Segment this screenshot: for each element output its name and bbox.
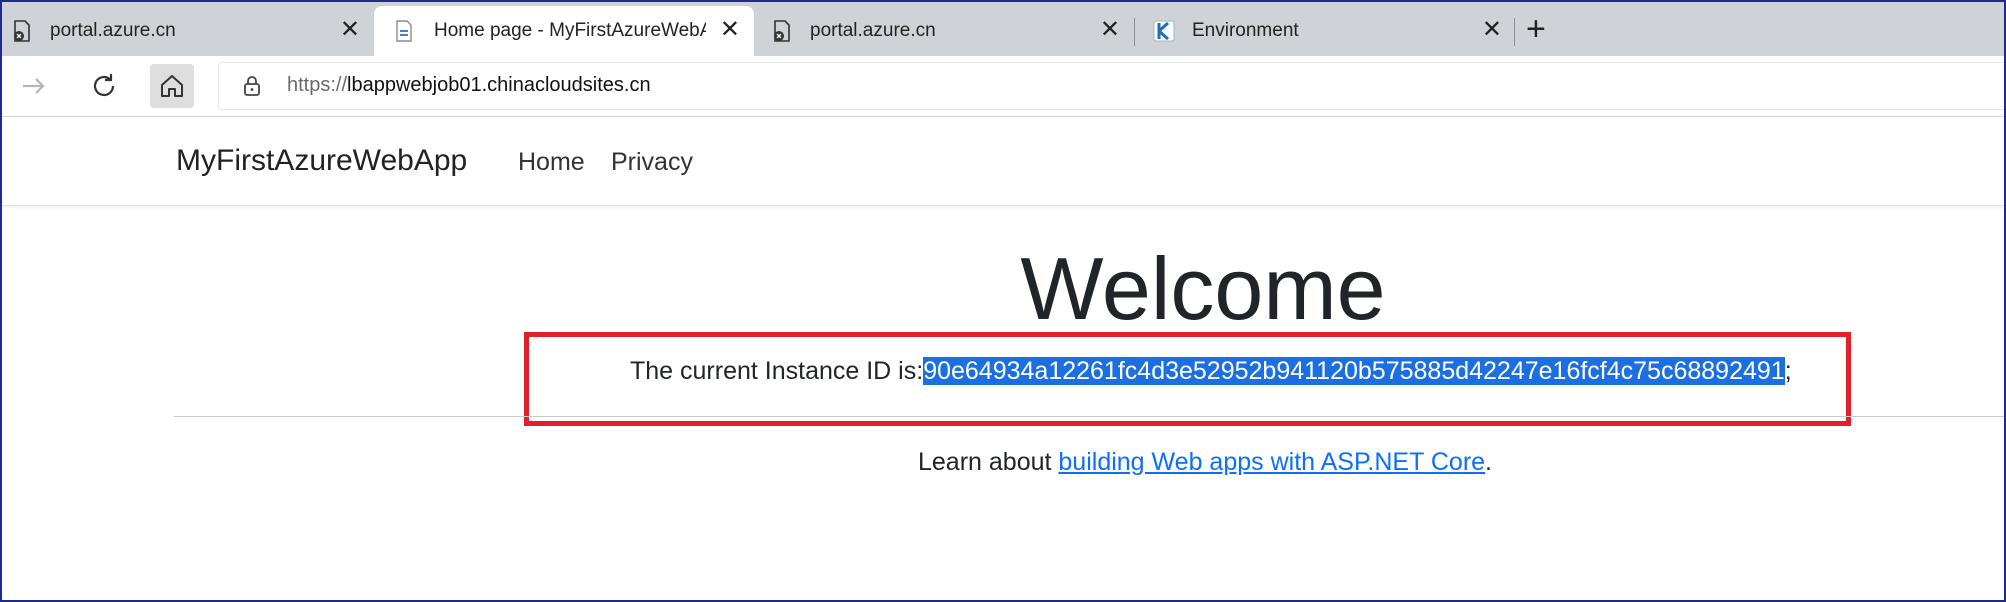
forward-button[interactable] [12, 64, 56, 108]
nav-home-link[interactable]: Home [518, 148, 585, 177]
site-brand-link[interactable]: MyFirstAzureWebApp [176, 144, 467, 178]
home-button[interactable] [150, 64, 194, 108]
learn-suffix: . [1485, 448, 1492, 476]
learn-about-text: Learn about building Web apps with ASP.N… [918, 448, 1492, 477]
tab-home-page[interactable]: Home page - MyFirstAzureWebA ✕ [374, 6, 754, 56]
address-bar[interactable]: https://lbappwebjob01.chinacloudsites.cn [218, 62, 2006, 110]
tab-strip: portal.azure.cn ✕ Home page - MyFirstAzu… [2, 2, 2004, 56]
browser-toolbar: https://lbappwebjob01.chinacloudsites.cn [2, 56, 2006, 117]
refresh-button[interactable] [82, 64, 126, 108]
close-tab-icon[interactable]: ✕ [340, 17, 360, 43]
page-error-icon [14, 20, 30, 42]
page-error-icon [774, 20, 790, 42]
tab-title: Home page - MyFirstAzureWebA [434, 20, 706, 41]
page-heading: Welcome [1020, 239, 1386, 338]
refresh-icon [93, 74, 115, 97]
close-tab-icon[interactable]: ✕ [1482, 17, 1502, 43]
close-tab-icon[interactable]: ✕ [720, 17, 740, 43]
new-tab-button[interactable]: + [1526, 12, 1546, 46]
learn-prefix: Learn about [918, 448, 1059, 476]
lock-icon[interactable] [241, 75, 263, 97]
tab-portal-azure-2[interactable]: portal.azure.cn ✕ [762, 6, 1134, 56]
red-highlight-box [524, 332, 1851, 426]
tab-title: Environment [1192, 20, 1299, 41]
close-tab-icon[interactable]: ✕ [1100, 17, 1120, 43]
arrow-right-icon [23, 78, 45, 94]
url-text[interactable]: https://lbappwebjob01.chinacloudsites.cn [287, 74, 651, 97]
divider [174, 416, 2006, 417]
aspnet-docs-link[interactable]: building Web apps with ASP.NET Core [1058, 448, 1485, 476]
url-host: lbappwebjob01.chinacloudsites.cn [347, 74, 651, 96]
page-icon [396, 20, 412, 42]
kudu-icon [1153, 20, 1175, 42]
tab-title: portal.azure.cn [50, 20, 176, 41]
url-scheme: https:// [287, 74, 348, 96]
site-navbar: MyFirstAzureWebApp Home Privacy [2, 117, 2004, 206]
nav-privacy-link[interactable]: Privacy [611, 148, 693, 177]
tab-environment[interactable]: Environment ✕ [1144, 6, 1516, 56]
home-icon [161, 75, 183, 97]
tab-portal-azure-1[interactable]: portal.azure.cn ✕ [2, 6, 374, 56]
tab-title: portal.azure.cn [810, 20, 936, 41]
tab-separator [1514, 18, 1515, 46]
tab-separator [1134, 18, 1135, 46]
